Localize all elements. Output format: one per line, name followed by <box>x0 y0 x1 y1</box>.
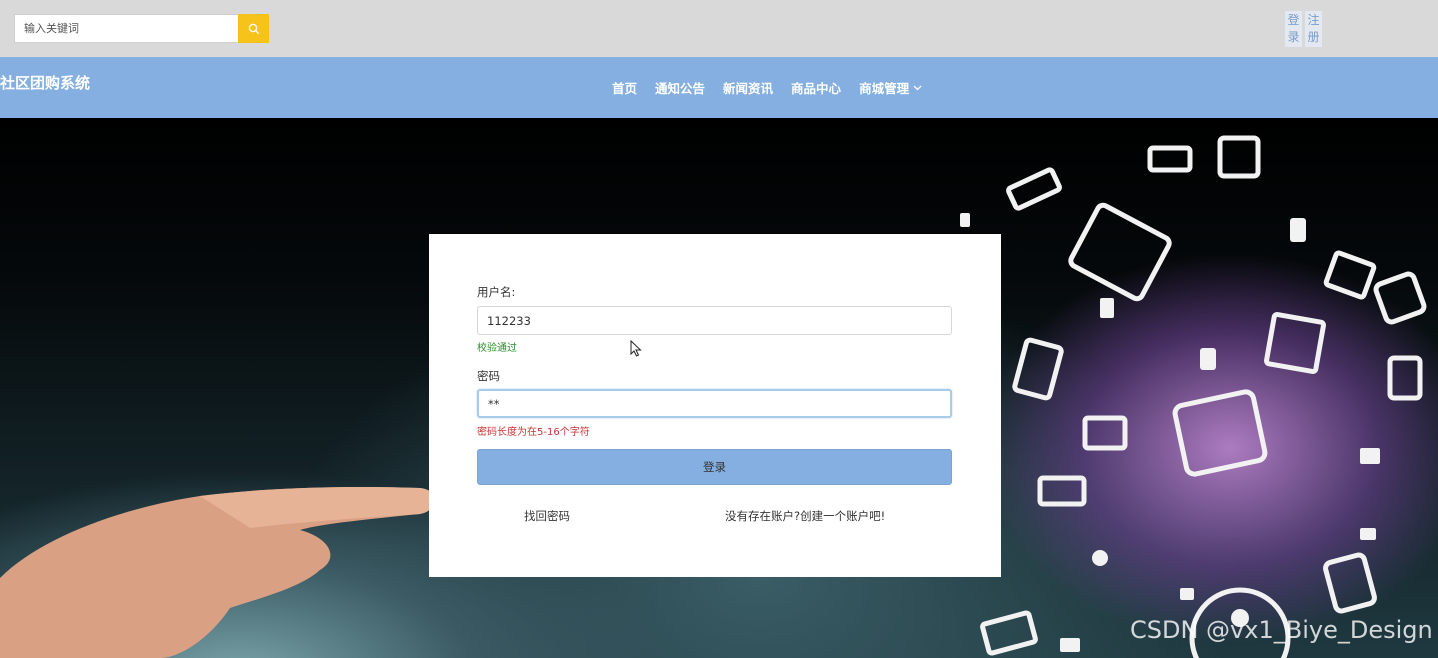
nav-menu: 首页 通知公告 新闻资讯 商品中心 商城管理 <box>612 78 922 97</box>
password-validation-message: 密码长度为在5-16个字符 <box>477 427 590 438</box>
username-input[interactable] <box>477 306 952 335</box>
create-account-link[interactable]: 没有存在账户?创建一个账户吧! <box>725 508 885 524</box>
nav-item-label: 新闻资讯 <box>723 81 774 96</box>
site-brand[interactable]: 社区团购系统 <box>0 72 90 93</box>
login-link[interactable]: 登录 <box>1285 11 1302 47</box>
nav-item-mall-admin[interactable]: 商城管理 <box>859 78 922 97</box>
nav-item-news[interactable]: 新闻资讯 <box>723 78 773 97</box>
mouse-cursor-icon <box>630 340 642 357</box>
password-label: 密码 <box>477 369 500 383</box>
register-link[interactable]: 注册 <box>1305 11 1322 47</box>
forgot-password-link[interactable]: 找回密码 <box>524 508 570 524</box>
search-input[interactable] <box>14 14 238 43</box>
nav-item-label: 商城管理 <box>859 81 910 96</box>
watermark: CSDN @vx1_Biye_Design <box>1130 616 1433 644</box>
login-submit-button[interactable]: 登录 <box>477 449 952 485</box>
search-button[interactable] <box>238 14 269 43</box>
login-form: 用户名: 校验通过 密码 密码长度为在5-16个字符 登录 找回密码 没有存在账… <box>429 234 1001 577</box>
top-bar: 登录 注册 <box>0 0 1438 57</box>
nav-item-notices[interactable]: 通知公告 <box>655 78 705 97</box>
nav-item-label: 首页 <box>612 81 638 96</box>
username-label: 用户名: <box>477 285 516 299</box>
password-input[interactable] <box>477 389 952 418</box>
username-validation-message: 校验通过 <box>477 343 517 354</box>
main-navbar: 社区团购系统 首页 通知公告 新闻资讯 商品中心 商城管理 <box>0 57 1438 118</box>
nav-item-home[interactable]: 首页 <box>612 78 637 97</box>
nav-item-products[interactable]: 商品中心 <box>791 78 841 97</box>
auth-links: 登录 注册 <box>1285 11 1322 47</box>
chevron-down-icon <box>913 85 922 90</box>
search-icon <box>248 23 259 34</box>
nav-item-label: 商品中心 <box>791 81 842 96</box>
search-bar <box>14 14 269 43</box>
nav-item-label: 通知公告 <box>655 81 706 96</box>
